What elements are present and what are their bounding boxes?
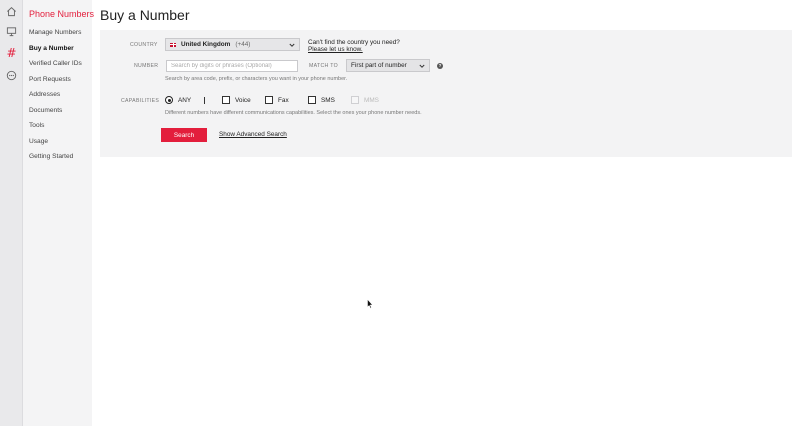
sidebar-item-buy-a-number[interactable]: Buy a Number bbox=[29, 45, 74, 52]
country-code: (+44) bbox=[235, 41, 251, 48]
capability-mms-checkbox bbox=[351, 96, 359, 104]
chevron-down-icon bbox=[289, 43, 295, 47]
hash-icon[interactable]: # bbox=[4, 46, 19, 61]
sidebar-item-usage[interactable]: Usage bbox=[29, 138, 48, 145]
search-button[interactable]: Search bbox=[161, 128, 207, 142]
advanced-search-link[interactable]: Show Advanced Search bbox=[219, 131, 287, 138]
icon-rail: # bbox=[0, 0, 23, 426]
country-select[interactable]: United Kingdom (+44) bbox=[165, 38, 300, 51]
number-search-input[interactable] bbox=[166, 60, 298, 72]
divider bbox=[204, 97, 205, 104]
capability-any-label: ANY bbox=[178, 97, 192, 104]
capability-sms-label: SMS bbox=[321, 97, 335, 104]
mouse-cursor-icon bbox=[367, 299, 373, 309]
match-to-label: MATCH TO bbox=[309, 63, 338, 69]
country-help-text: Can't find the country you need? bbox=[308, 39, 400, 46]
sidebar-item-documents[interactable]: Documents bbox=[29, 107, 62, 114]
number-label: NUMBER bbox=[134, 63, 159, 69]
sidebar-item-addresses[interactable]: Addresses bbox=[29, 91, 60, 98]
sidebar-item-port-requests[interactable]: Port Requests bbox=[29, 76, 71, 83]
sidebar-title: Phone Numbers bbox=[29, 9, 95, 19]
sidebar-item-getting-started[interactable]: Getting Started bbox=[29, 153, 73, 160]
help-icon[interactable]: ? bbox=[437, 63, 443, 69]
monitor-icon[interactable] bbox=[4, 24, 19, 39]
capability-voice-checkbox[interactable] bbox=[222, 96, 230, 104]
sidebar-item-tools[interactable]: Tools bbox=[29, 122, 44, 129]
capability-any-radio[interactable] bbox=[165, 96, 173, 104]
uk-flag-icon bbox=[170, 42, 176, 47]
country-help-link[interactable]: Please let us know. bbox=[308, 46, 363, 53]
capability-sms-checkbox[interactable] bbox=[308, 96, 316, 104]
capability-fax-checkbox[interactable] bbox=[265, 96, 273, 104]
capability-fax-label: Fax bbox=[278, 97, 289, 104]
country-label: COUNTRY bbox=[130, 42, 158, 48]
page-title: Buy a Number bbox=[100, 7, 190, 23]
capability-voice-label: Voice bbox=[235, 97, 251, 104]
sidebar-item-verified-caller-ids[interactable]: Verified Caller IDs bbox=[29, 60, 82, 67]
capabilities-label: CAPABILITIES bbox=[121, 98, 160, 104]
capability-mms-label: MMS bbox=[364, 97, 379, 104]
home-icon[interactable] bbox=[4, 4, 19, 19]
sidebar: Phone Numbers Manage Numbers Buy a Numbe… bbox=[23, 0, 95, 426]
match-to-value: First part of number bbox=[351, 62, 407, 69]
number-hint: Search by area code, prefix, or characte… bbox=[165, 76, 348, 82]
capabilities-hint: Different numbers have different communi… bbox=[165, 110, 422, 116]
country-name: United Kingdom bbox=[181, 41, 231, 48]
more-icon[interactable] bbox=[4, 68, 19, 83]
chevron-down-icon bbox=[419, 64, 425, 68]
sidebar-item-manage-numbers[interactable]: Manage Numbers bbox=[29, 29, 81, 36]
match-to-select[interactable]: First part of number bbox=[346, 59, 430, 72]
